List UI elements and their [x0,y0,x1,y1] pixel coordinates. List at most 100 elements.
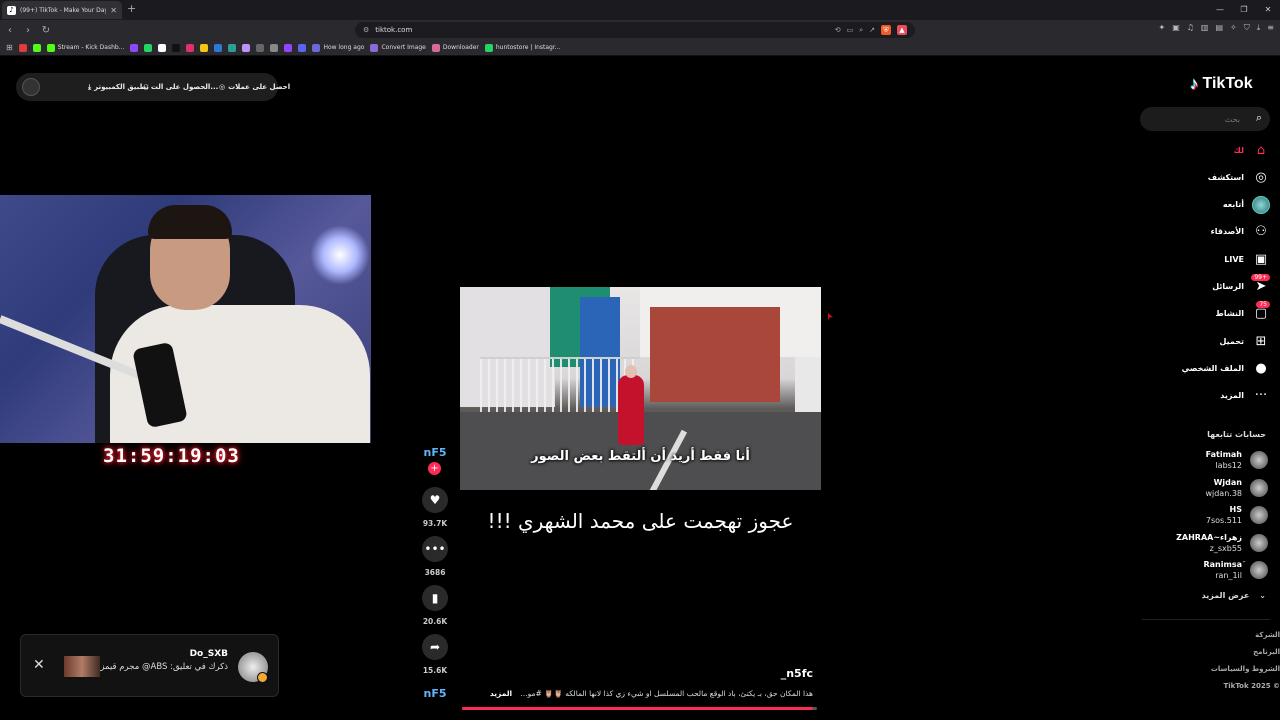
restore-icon[interactable]: ❐ [1232,0,1256,20]
site-info-icon[interactable]: ⚙ [363,26,369,34]
bookmark-item[interactable] [270,43,279,52]
bookmark-item[interactable] [256,43,265,52]
bookmark-item[interactable] [186,43,195,52]
video-player[interactable]: أنا فقط أريد أن ألتقط بعض الصور [460,287,821,490]
account-avatar[interactable] [1250,451,1268,469]
bookmark-item[interactable]: How long ago [312,43,364,52]
sidebar-item-friends[interactable]: الأصدقاء ⚇ [1150,221,1270,243]
address-bar[interactable]: ⚙ tiktok.com ⟲ ▭ ⌕ ↗ ⛨ ▲ [355,22,915,38]
download-icon: ⤓ [88,82,92,91]
get-coins-button[interactable]: ◎ احصل على عملات [219,83,290,91]
save-action[interactable]: ▮ 20.6K [422,585,448,626]
bookmark-item[interactable] [32,43,41,52]
account-handle: ran_1il [1215,571,1242,580]
footer-program[interactable]: البرنامج [1200,648,1280,656]
downloads-icon[interactable]: ⤓ [1257,23,1261,33]
vpn-icon[interactable]: ⛉ [1244,23,1250,33]
brave-shield-icon[interactable]: ⛨ [881,25,891,35]
leo-ai-icon[interactable]: ✧ [1230,23,1237,33]
share-icon[interactable]: ↗ [869,26,875,34]
desktop-app-button[interactable]: ⤓ تطبيق الكمبيوتر [88,83,149,92]
following-account[interactable]: ZAHRAA~زهراء z_sxb55 [1150,532,1268,554]
following-account[interactable]: Ranimsaَ ran_1il [1150,559,1268,581]
bookmark-item[interactable] [214,43,223,52]
bookmark-item[interactable] [284,43,293,52]
sidebar-item-home[interactable]: لك ⌂ [1150,139,1270,161]
sidebar-item-avatar[interactable]: أتابعه [1150,194,1270,216]
heart-icon[interactable]: ♥ [422,487,448,513]
sidebar-item-compass[interactable]: استكشف ◎ [1150,166,1270,188]
zoom-icon[interactable]: ⌕ [859,26,863,35]
bookmark-item[interactable] [158,43,167,52]
video-author[interactable]: _n5fc [760,667,813,680]
like-action[interactable]: ♥ 93.7K [422,487,448,528]
close-window-icon[interactable]: ✕ [1256,0,1280,20]
bookmark-item[interactable] [242,43,251,52]
wallet-icon[interactable]: ▤ [1215,23,1223,33]
new-tab-button[interactable]: + [127,2,136,15]
activity-icon: ▢ [1254,306,1268,322]
minimize-icon[interactable]: — [1208,0,1232,20]
account-avatar[interactable] [1250,533,1268,552]
notification-toast[interactable]: ✕ Do_SXB ذكرك في تعليق: ABS@ مجرم قيمز [20,634,279,697]
footer-company[interactable]: الشركة [1200,631,1280,639]
bookmark-item[interactable]: Downloader [431,43,479,52]
follow-button[interactable]: + [428,462,441,475]
browser-tab[interactable]: ♪ (99+) TikTok - Make Your Day ✕ [2,1,122,19]
bookmark-item[interactable]: Stream - Kick Dashb... [46,43,124,52]
screenshot-icon[interactable]: ▣ [1172,23,1180,33]
account-avatar[interactable] [1250,478,1268,497]
reload-icon[interactable]: ↻ [38,25,54,36]
comment-action[interactable]: ••• 3686 [422,536,448,577]
bookmark-item[interactable] [18,43,27,52]
sidebar-item-messages[interactable]: الرسائل ➤ 99+ [1150,273,1270,298]
search-box[interactable]: ⌕ [1140,107,1270,131]
search-input[interactable] [1150,111,1240,127]
bookmark-icon[interactable]: ▮ [422,585,448,611]
brave-rewards-icon[interactable]: ▲ [897,25,907,35]
extension-icon[interactable]: ✦ [1158,23,1165,33]
bookmark-item[interactable]: Convert Image [370,43,426,52]
sidebar-item-activity[interactable]: النشاط ▢ 75 [1150,300,1270,325]
sidebar-item-live[interactable]: LIVE ▣ [1150,248,1270,270]
apps-grid-icon[interactable]: ⊞ [6,43,13,52]
bookmark-item[interactable] [298,43,307,52]
footer-terms[interactable]: الشروط والسياسات [1200,665,1280,673]
tiktok-logo[interactable]: ♪ TikTok [1190,74,1253,94]
sidebar-item-profile[interactable]: الملف الشخصي ● [1150,357,1270,379]
bookmark-item[interactable]: huntostore | Instagr... [484,43,561,52]
following-account[interactable]: HS 7sos.511 [1150,504,1268,526]
forward-icon[interactable]: › [20,25,36,36]
account-avatar[interactable] [1250,561,1268,579]
bookmark-item[interactable] [172,43,181,52]
user-avatar[interactable] [22,78,40,96]
translate-icon[interactable]: ⟲ [835,26,841,34]
share-arrow-icon[interactable]: ➦ [422,634,448,660]
see-more-label: عرض المزيد [1201,591,1250,600]
url-text[interactable]: tiktok.com [375,26,828,34]
sidebar-item-more[interactable]: المزيد ··· [1150,385,1270,407]
sidebar-toggle-icon[interactable]: ▥ [1201,23,1209,33]
sidebar-item-upload[interactable]: تحميل ⊞ [1150,330,1270,352]
media-icon[interactable]: ♫ [1187,23,1194,33]
bookmark-item[interactable] [144,43,153,52]
bookmark-item[interactable] [130,43,139,52]
following-account[interactable]: Fatimah labs12 [1150,449,1268,471]
see-more-following[interactable]: عرض المزيد ⌄ [1150,591,1266,600]
back-icon[interactable]: ‹ [2,25,18,36]
video-progress-bar[interactable] [462,707,817,710]
bookmark-item[interactable] [200,43,209,52]
see-more-link[interactable]: المزيد [490,689,512,698]
get-app-button[interactable]: ▯ الحصول على الت... [144,83,218,91]
share-action[interactable]: ➦ 15.6K [422,634,448,675]
close-icon[interactable]: ✕ [33,657,45,673]
music-disc[interactable]: nF5 [420,687,450,700]
search-icon[interactable]: ⌕ [1256,111,1262,125]
account-avatar[interactable] [1250,506,1268,524]
menu-icon[interactable]: ≡ [1267,23,1274,33]
comment-icon[interactable]: ••• [422,536,448,562]
cast-icon[interactable]: ▭ [847,26,854,34]
following-account[interactable]: Wjdan wjdan.38 [1150,477,1268,499]
close-tab-icon[interactable]: ✕ [110,6,117,15]
bookmark-item[interactable] [228,43,237,52]
